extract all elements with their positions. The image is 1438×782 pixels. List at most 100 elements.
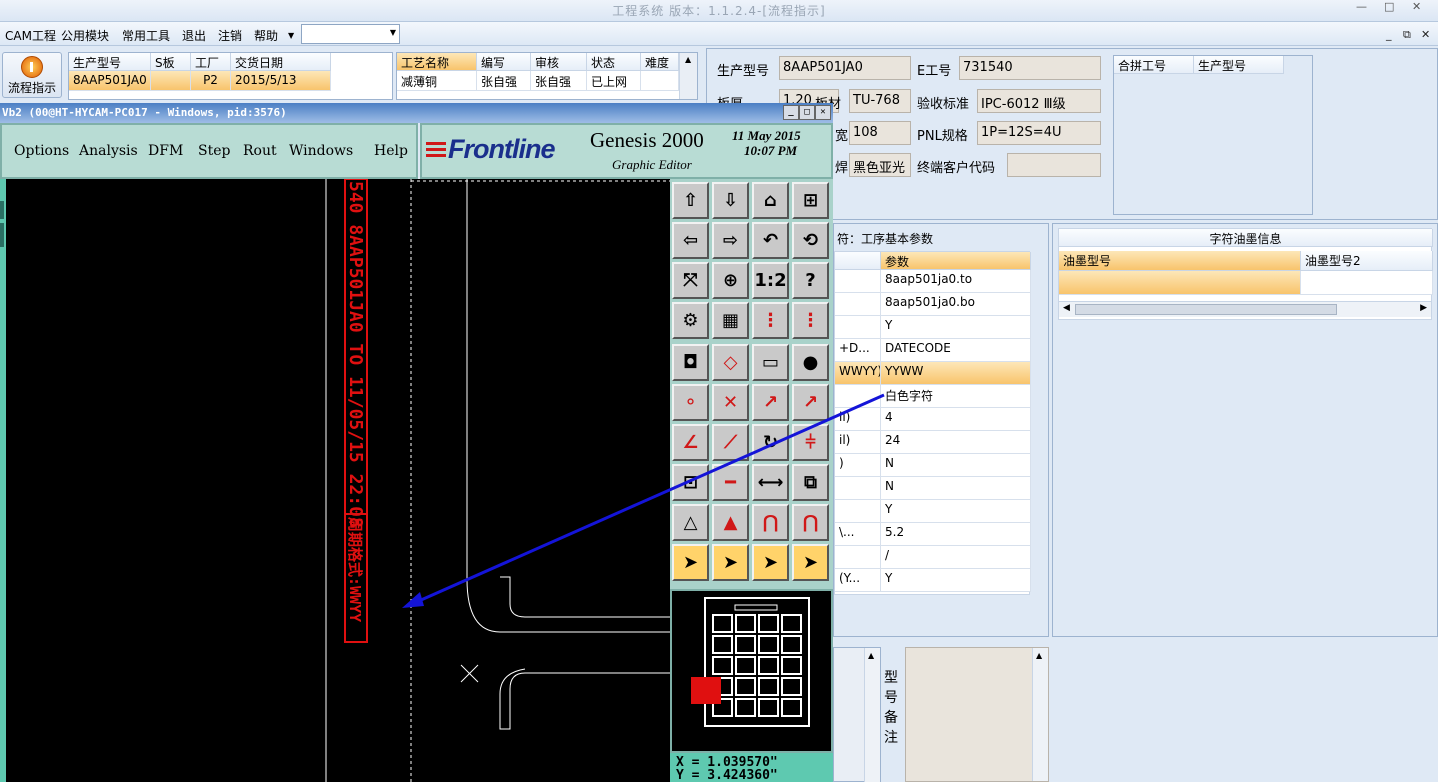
- scale-1to1-tool-button[interactable]: 1:2: [752, 262, 789, 299]
- param-value[interactable]: N: [881, 454, 1031, 477]
- rotate-tool-button[interactable]: ↻: [752, 424, 789, 461]
- arc-tool-button[interactable]: ⟋: [712, 424, 749, 461]
- break-tool-button[interactable]: ⟷: [752, 464, 789, 501]
- scroll-right-icon[interactable]: ▶: [1420, 303, 1427, 313]
- col-merge-model[interactable]: 生产型号: [1194, 56, 1284, 74]
- copy-tool-button[interactable]: ↗: [792, 384, 829, 421]
- redraw-tool-button[interactable]: ⟲: [792, 222, 829, 259]
- tools-tool-button[interactable]: ⚙: [672, 302, 709, 339]
- triangle-tool-button[interactable]: △: [672, 504, 709, 541]
- menu-help[interactable]: Help: [374, 143, 408, 159]
- param-value[interactable]: Y: [881, 500, 1031, 523]
- param-key[interactable]: [835, 316, 881, 339]
- param-key[interactable]: \...: [835, 523, 881, 546]
- process-grid-scrollbar[interactable]: ▲: [679, 53, 697, 99]
- undo-tool-button[interactable]: ↶: [752, 222, 789, 259]
- cut-tool-button[interactable]: ━: [712, 464, 749, 501]
- minimize-button[interactable]: —: [1356, 0, 1367, 13]
- zoom-in-tool-button[interactable]: ⇩: [712, 182, 749, 219]
- col-status[interactable]: 状态: [587, 53, 641, 71]
- pointer-tool-button[interactable]: ➤: [672, 544, 709, 581]
- maximize-button[interactable]: □: [1384, 0, 1394, 13]
- grid-tool-button[interactable]: ▦: [712, 302, 749, 339]
- menu-options[interactable]: Options: [14, 143, 69, 159]
- add-tool-button[interactable]: ▲: [712, 504, 749, 541]
- window-tool-button[interactable]: ⊞: [792, 182, 829, 219]
- param-value[interactable]: 8aap501ja0.bo: [881, 293, 1031, 316]
- standard-field[interactable]: IPC-6012 Ⅲ级: [977, 89, 1101, 113]
- scroll-thumb[interactable]: [1075, 304, 1337, 315]
- cad-canvas[interactable]: 540 8AAP501JA0 TO 11/05/15 22:08 周期格式:WW…: [0, 179, 670, 782]
- genesis-window-title[interactable]: Vb2 (00@HT-HYCAM-PC017 - Windows, pid:35…: [0, 103, 833, 123]
- mdi-minimize-button[interactable]: _: [1386, 28, 1392, 41]
- poly-tool-button[interactable]: ⋂: [792, 504, 829, 541]
- genesis-minimize-button[interactable]: _: [783, 105, 799, 120]
- prod-model-field[interactable]: 8AAP501JA0: [779, 56, 911, 80]
- param-key[interactable]: (Y...: [835, 569, 881, 592]
- overview-minimap[interactable]: [670, 589, 833, 753]
- col-prod-model[interactable]: 生产型号: [69, 53, 151, 71]
- zoom-home-tool-button[interactable]: ⇧: [672, 182, 709, 219]
- col-param-name[interactable]: [835, 252, 881, 270]
- cell-status[interactable]: 已上网: [587, 71, 641, 91]
- col-reviewer[interactable]: 审核: [531, 53, 587, 71]
- param-key[interactable]: [835, 385, 881, 408]
- scroll-up-icon[interactable]: ▲: [685, 55, 691, 64]
- connect-tool-button[interactable]: ⚬: [672, 384, 709, 421]
- cell-delivery-date[interactable]: 2015/5/13: [231, 71, 331, 91]
- rect-tool-button[interactable]: ◇: [712, 344, 749, 381]
- menu-cam[interactable]: CAM工程: [5, 27, 56, 44]
- param-value[interactable]: 4: [881, 408, 1031, 431]
- menu-step[interactable]: Step: [198, 143, 230, 159]
- param-value[interactable]: 5.2: [881, 523, 1031, 546]
- param-value[interactable]: DATECODE: [881, 339, 1031, 362]
- col-s-board[interactable]: S板: [151, 53, 191, 71]
- param-key[interactable]: WWYY): [835, 362, 881, 385]
- col-param-value[interactable]: 参数: [881, 252, 1031, 270]
- pan-right-tool-button[interactable]: ⇨: [712, 222, 749, 259]
- cell-factory[interactable]: P2: [191, 71, 231, 91]
- menu-tools[interactable]: 常用工具: [122, 27, 170, 44]
- center-tool-button[interactable]: ⊕: [712, 262, 749, 299]
- delete-tool-button[interactable]: ✕: [712, 384, 749, 421]
- snap-tool-button[interactable]: ⋮: [752, 302, 789, 339]
- minimap-viewport[interactable]: [691, 677, 721, 704]
- param-key[interactable]: ): [835, 454, 881, 477]
- col-process-name[interactable]: 工艺名称: [397, 53, 477, 71]
- material-field[interactable]: TU-768: [849, 89, 911, 113]
- pointer-circle-tool-button[interactable]: ➤: [752, 544, 789, 581]
- param-key[interactable]: il): [835, 408, 881, 431]
- genesis-close-button[interactable]: ✕: [815, 105, 831, 120]
- pan-left-tool-button[interactable]: ⇦: [672, 222, 709, 259]
- col-writer[interactable]: 编写: [477, 53, 531, 71]
- pointer-box-tool-button[interactable]: ➤: [712, 544, 749, 581]
- solder-field[interactable]: 黑色亚光: [849, 153, 911, 177]
- ink-scrollbar[interactable]: ◀ ▶: [1059, 301, 1431, 317]
- menu-analysis[interactable]: Analysis: [79, 143, 138, 159]
- scroll-left-icon[interactable]: ◀: [1063, 303, 1070, 313]
- resize-tool-button[interactable]: ⊡: [672, 464, 709, 501]
- mirror-tool-button[interactable]: ⫩: [792, 424, 829, 461]
- cell-difficulty[interactable]: [641, 71, 679, 91]
- flow-instruction-button[interactable]: 流程指示: [2, 52, 62, 98]
- fit-tool-button[interactable]: ⤧: [672, 262, 709, 299]
- cell-reviewer[interactable]: 张自强: [531, 71, 587, 91]
- col-merge-no[interactable]: 合拼工号: [1114, 56, 1194, 74]
- param-key[interactable]: [835, 546, 881, 569]
- menu-common-module[interactable]: 公用模块: [61, 27, 109, 44]
- cell-s-board[interactable]: [151, 71, 191, 91]
- param-key[interactable]: [835, 500, 881, 523]
- pad-tool-button[interactable]: ●: [792, 344, 829, 381]
- line-tool-button[interactable]: ∠: [672, 424, 709, 461]
- menu-dfm[interactable]: DFM: [148, 143, 183, 159]
- field3-field[interactable]: 108: [849, 121, 911, 145]
- col-ink-model-2[interactable]: 油墨型号2: [1301, 251, 1433, 271]
- col-ink-model[interactable]: 油墨型号: [1059, 251, 1301, 271]
- param-key[interactable]: [835, 293, 881, 316]
- mdi-restore-button[interactable]: ⧉: [1403, 28, 1411, 42]
- param-key[interactable]: +D...: [835, 339, 881, 362]
- layer-tool-button[interactable]: ⋮: [792, 302, 829, 339]
- param-value[interactable]: YYWW: [881, 362, 1031, 385]
- ink-row-cell[interactable]: [1059, 271, 1301, 295]
- cell-writer[interactable]: 张自强: [477, 71, 531, 91]
